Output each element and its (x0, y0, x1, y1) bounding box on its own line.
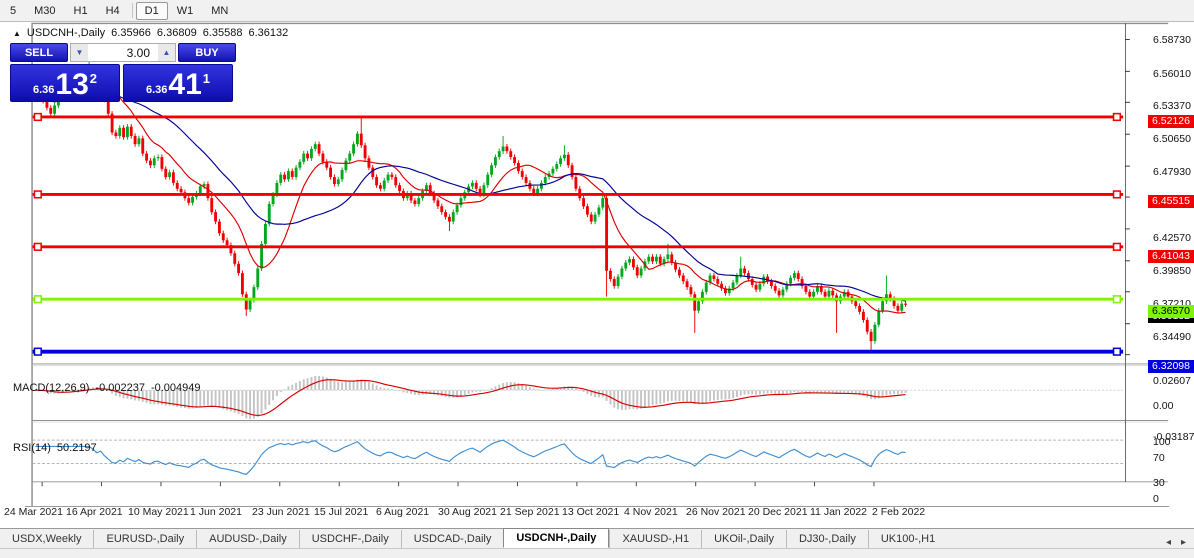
volume-increase-button[interactable]: ▲ (158, 44, 175, 61)
sell-price-box[interactable]: 6.36 13 2 (10, 64, 120, 102)
chart-tab-usdcad-daily[interactable]: USDCAD-,Daily (401, 530, 504, 548)
chart-window: ▲ USDCNH-,Daily 6.35966 6.36809 6.35588 … (0, 22, 1194, 528)
timeframe-d1[interactable]: D1 (136, 2, 168, 20)
chart-tab-usdx-weekly[interactable]: USDX,Weekly (0, 530, 93, 548)
volume-input[interactable] (88, 44, 158, 61)
chart-tab-uk100-h1[interactable]: UK100-,H1 (868, 530, 947, 548)
chart-tab-usdcnh-daily[interactable]: USDCNH-,Daily (503, 528, 609, 548)
chart-tab-ukoil-daily[interactable]: UKOil-,Daily (701, 530, 786, 548)
volume-stepper: ▼ ▲ (70, 43, 176, 62)
tab-scroll-right-icon[interactable]: ▸ (1181, 537, 1186, 548)
status-strip (0, 548, 1194, 558)
timeframe-h1[interactable]: H1 (65, 2, 97, 20)
buy-price-prefix: 6.36 (146, 84, 167, 96)
chart-tab-eurusd-daily[interactable]: EURUSD-,Daily (93, 530, 196, 548)
timeframe-5[interactable]: 5 (1, 2, 25, 20)
timeframe-toolbar: 5M30H1H4 D1W1MN (0, 0, 1194, 22)
timeframe-mn[interactable]: MN (202, 2, 237, 20)
chart-tab-bar: USDX,WeeklyEURUSD-,DailyAUDUSD-,DailyUSD… (0, 528, 1194, 548)
buy-price-box[interactable]: 6.36 41 1 (123, 64, 233, 102)
timeframe-m30[interactable]: M30 (25, 2, 64, 20)
toolbar-separator (132, 3, 133, 18)
tab-scroll-left-icon[interactable]: ◂ (1166, 537, 1171, 548)
chart-tab-audusd-daily[interactable]: AUDUSD-,Daily (196, 530, 299, 548)
chart-tab-xauusd-h1[interactable]: XAUUSD-,H1 (609, 530, 701, 548)
tab-scroll-arrows: ◂▸ (1166, 537, 1194, 548)
trading-terminal: 5M30H1H4 D1W1MN ▲ USDCNH-,Daily 6.35966 6… (0, 0, 1194, 558)
timeframe-h4[interactable]: H4 (97, 2, 129, 20)
buy-price-pip: 1 (203, 71, 210, 86)
sell-price-prefix: 6.36 (33, 84, 54, 96)
sell-price-pip: 2 (90, 71, 97, 86)
buy-button[interactable]: BUY (178, 43, 236, 62)
volume-decrease-button[interactable]: ▼ (71, 44, 88, 61)
timeframe-w1[interactable]: W1 (168, 2, 203, 20)
chart-tab-usdchf-daily[interactable]: USDCHF-,Daily (299, 530, 401, 548)
buy-price-big: 41 (168, 70, 201, 100)
sell-price-big: 13 (55, 70, 88, 100)
chart-tab-dj30-daily[interactable]: DJ30-,Daily (786, 530, 868, 548)
sell-button[interactable]: SELL (10, 43, 68, 62)
one-click-trading-panel: SELL ▼ ▲ BUY 6.36 13 2 6.36 (10, 43, 236, 102)
